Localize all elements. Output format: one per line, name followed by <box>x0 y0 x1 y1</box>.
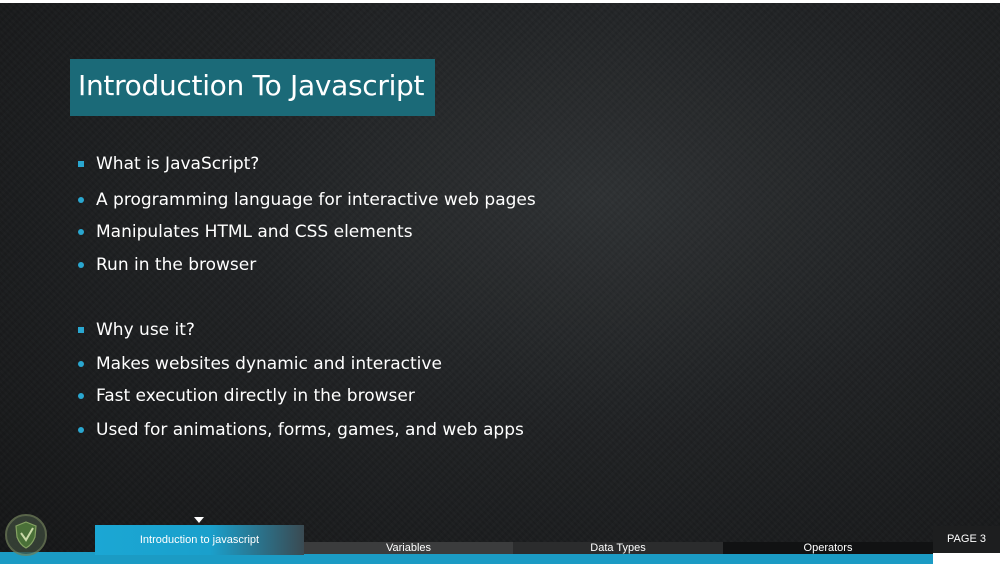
slide-title: Introduction To Javascript <box>78 69 425 102</box>
slide-title-box: Introduction To Javascript <box>70 59 435 116</box>
dot-bullet-icon <box>78 197 84 203</box>
dot-bullet-icon <box>78 393 84 399</box>
bottom-right-block <box>933 553 1000 564</box>
tab-data-types[interactable]: Data Types <box>513 542 723 554</box>
bullet-text: Makes websites dynamic and interactive <box>96 354 442 374</box>
bullet-text: A programming language for interactive w… <box>96 190 536 210</box>
bullet-text: Run in the browser <box>96 255 257 275</box>
tab-variables[interactable]: Variables <box>304 542 513 554</box>
tab-operators[interactable]: Operators <box>723 542 933 554</box>
tab-label: Operators <box>803 542 853 554</box>
bullet-text: Fast execution directly in the browser <box>96 386 415 406</box>
triangle-down-icon <box>194 517 204 523</box>
tab-introduction-to-javascript[interactable]: Introduction to javascript <box>95 525 304 555</box>
slide: Introduction To Javascript What is JavaS… <box>0 0 1000 564</box>
dot-bullet-icon <box>78 361 84 367</box>
dot-bullet-icon <box>78 229 84 235</box>
square-bullet-icon <box>78 327 84 333</box>
top-border <box>0 0 1000 3</box>
tab-label: Variables <box>385 542 432 554</box>
dot-bullet-icon <box>78 262 84 268</box>
bullet-text: Manipulates HTML and CSS elements <box>96 222 413 242</box>
shield-logo-icon <box>5 514 47 556</box>
square-bullet-icon <box>78 161 84 167</box>
bullet-text: Used for animations, forms, games, and w… <box>96 420 524 440</box>
page-number-label: PAGE 3 <box>933 526 1000 553</box>
tab-label: Introduction to javascript <box>139 534 260 546</box>
tab-label: Data Types <box>590 542 646 554</box>
dot-bullet-icon <box>78 427 84 433</box>
bullet-text: What is JavaScript? <box>96 154 260 174</box>
bullet-text: Why use it? <box>96 320 195 340</box>
